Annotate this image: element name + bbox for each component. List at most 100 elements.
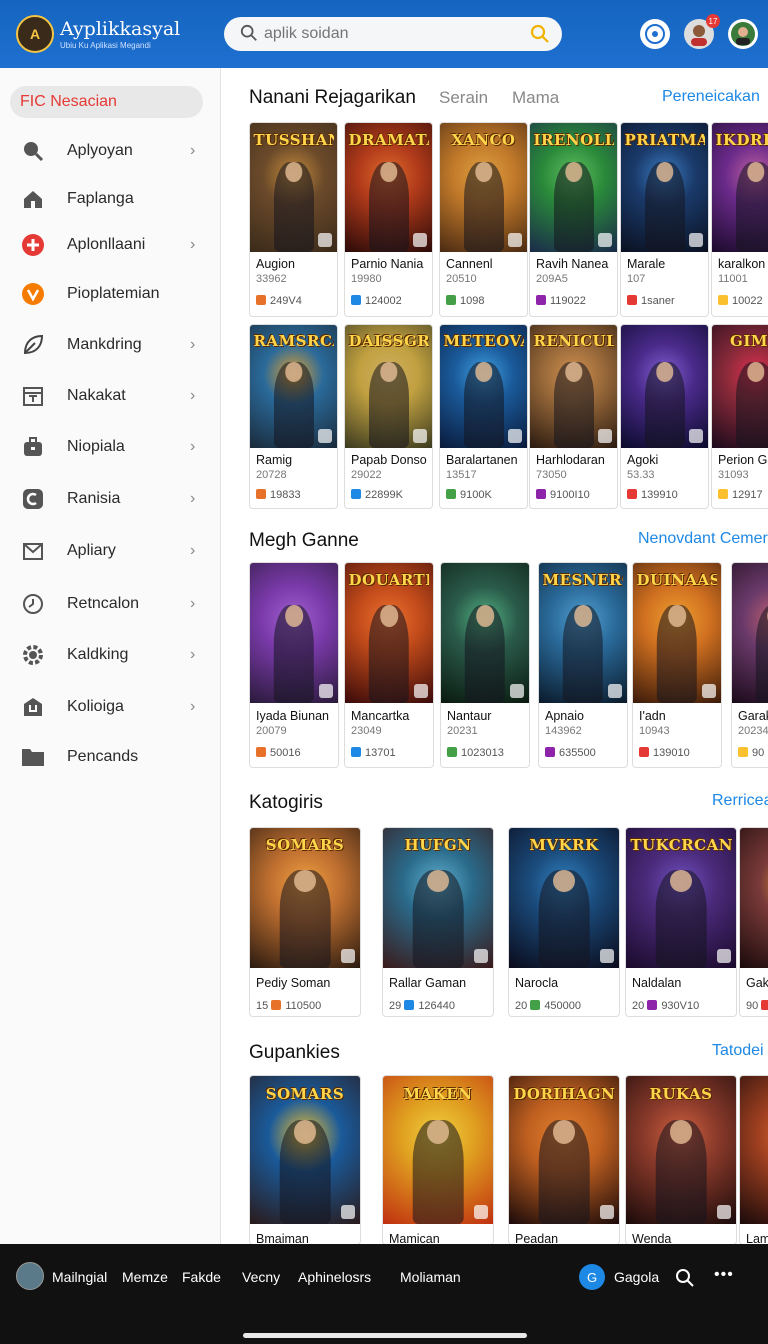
c-badge-icon — [21, 487, 45, 511]
game-card[interactable]: XANCO Cannenl 20510 1098 — [439, 122, 528, 317]
see-all-link-mega[interactable]: Nenovdant Cemer — [638, 530, 768, 548]
game-stats: 15 110500 — [256, 1000, 322, 1012]
game-card[interactable]: Garak 20234 90 — [731, 562, 768, 768]
see-all-link-recommended[interactable]: Pereneicakan — [662, 88, 760, 106]
game-name: Narocla — [515, 976, 559, 990]
game-card[interactable]: TUKCRCANI Naldalan 20 930V10 — [625, 827, 737, 1017]
sidebar-item-11[interactable]: Kaldking › — [0, 635, 221, 675]
sidebar-item-1[interactable]: Aplyoyan › — [0, 131, 221, 171]
user-avatar[interactable] — [16, 1262, 44, 1290]
game-stats: 1saner — [627, 295, 675, 307]
rating-corner-icon — [474, 1205, 488, 1219]
sidebar-item-9[interactable]: Apliary › — [0, 531, 221, 571]
rating-corner-icon — [414, 684, 428, 698]
sidebar-item-13[interactable]: Pencands — [0, 737, 221, 777]
game-stats: 13701 — [351, 747, 396, 759]
sidebar-active-item[interactable]: FIC Nesacian — [10, 86, 203, 118]
sidebar-item-label: Mankdring — [67, 336, 142, 353]
bottom-item-5[interactable]: Aphinelosrs — [298, 1269, 371, 1285]
game-card[interactable]: METEOVANI Baralartanen 13517 9100K — [439, 324, 528, 509]
game-card[interactable]: DAISSGRU Papab Donso 29022 22899K — [344, 324, 433, 509]
profile-avatar-icon[interactable] — [728, 19, 758, 49]
bottom-item-3[interactable]: Fakde — [182, 1269, 221, 1285]
sidebar-item-3[interactable]: Aplonllaani › — [0, 225, 221, 265]
cover-title: S — [744, 836, 768, 854]
game-name: Pediy Soman — [256, 976, 331, 990]
notification-avatar-icon[interactable]: 17 — [684, 14, 720, 49]
app-logo[interactable]: A — [16, 15, 54, 53]
game-card[interactable]: DORIHAGN Peadan — [508, 1075, 620, 1244]
sidebar-item-label: Ranisia — [67, 490, 121, 507]
game-card[interactable]: Nantaur 20231 1023013 — [440, 562, 530, 768]
game-card[interactable]: RENICULS Harhlodaran 73050 9100I10 — [529, 324, 618, 509]
game-card[interactable]: RUKAS Wenda — [625, 1075, 737, 1244]
game-card[interactable]: DRAMATAS Parnio Nania 19980 124002 — [344, 122, 433, 317]
sidebar-item-2[interactable]: Faplanga — [0, 179, 221, 219]
sidebar-item-5[interactable]: Mankdring › — [0, 325, 221, 365]
bottom-item-right[interactable]: Gagola — [614, 1269, 659, 1285]
game-card[interactable]: Iyada Biunan 20079 50016 — [249, 562, 339, 768]
cover-title: DAISSGRU — [348, 332, 428, 351]
game-card[interactable]: PRIATMAN Marale 107 1saner — [620, 122, 709, 317]
sidebar-item-4[interactable]: Pioplatemian — [0, 274, 221, 314]
game-card[interactable]: TUSSHANT Augion 33962 249V4 — [249, 122, 338, 317]
game-year: 20234 — [738, 725, 768, 737]
sidebar-item-7[interactable]: Niopiala › — [0, 427, 221, 467]
game-stats: 90 — [746, 1000, 768, 1012]
game-card[interactable]: RAMSRCAS Ramig 20728 19833 — [249, 324, 338, 509]
cover-title: DOUARTRS — [348, 571, 430, 590]
game-name: Papab Donso — [351, 453, 427, 467]
chevron-right-icon: › — [190, 542, 196, 559]
game-name: Apnaio — [545, 709, 584, 723]
game-card[interactable]: MESNERGS Apnaio 143962 635500 — [538, 562, 628, 768]
sidebar-item-12[interactable]: Kolioiga › — [0, 687, 221, 727]
more-menu-icon[interactable]: ••• — [714, 1266, 734, 1284]
game-name: Mancartka — [351, 709, 410, 723]
game-card[interactable]: Lam — [739, 1075, 768, 1244]
u-box-icon — [21, 695, 45, 719]
game-card[interactable]: Agoki 53.33 139910 — [620, 324, 709, 509]
game-card[interactable]: DOUARTRS Mancartka 23049 13701 — [344, 562, 434, 768]
bottom-item-4[interactable]: Vecny — [242, 1269, 280, 1285]
search-bar[interactable] — [224, 17, 562, 51]
game-year: 19980 — [351, 273, 382, 285]
search-submit-icon[interactable] — [530, 24, 550, 44]
game-stats: 22899K — [351, 489, 403, 501]
bottom-item-2[interactable]: Memze — [122, 1269, 168, 1285]
game-name: Perion Ga — [718, 453, 768, 467]
game-year: 11001 — [718, 273, 748, 285]
game-card[interactable]: S Gak 90 — [739, 827, 768, 1017]
sidebar-item-label: Apliary — [67, 542, 116, 559]
game-card[interactable]: GIMR Perion Ga 31093 12917 — [711, 324, 768, 509]
search-icon[interactable] — [675, 1268, 695, 1288]
game-year: 33962 — [256, 273, 287, 285]
game-card[interactable]: SOMARS Bmaiman — [249, 1075, 361, 1244]
help-icon[interactable] — [640, 19, 670, 49]
game-card[interactable]: SOMARS Pediy Soman 15 110500 — [249, 827, 361, 1017]
see-all-link-categories[interactable]: Rerricea — [712, 792, 768, 810]
game-card[interactable]: IKDREKA karalkon 11001 10022 — [711, 122, 768, 317]
sidebar-item-10[interactable]: Retncalon › — [0, 584, 221, 624]
game-card[interactable]: HUFGN Rallar Gaman 29 126440 — [382, 827, 494, 1017]
bottom-item-6[interactable]: Moliaman — [400, 1269, 461, 1285]
game-card[interactable]: MAKEN Mamican — [382, 1075, 494, 1244]
tab-mama[interactable]: Mama — [512, 88, 559, 108]
tab-serain[interactable]: Serain — [439, 88, 488, 108]
game-name: Harhlodaran — [536, 453, 605, 467]
cover-title: RENICULS — [533, 332, 613, 351]
game-card[interactable]: DUINAAS I'adn 10943 139010 — [632, 562, 722, 768]
see-all-link-gupankies[interactable]: Tatodei — [712, 1042, 764, 1060]
section-title-recommended: Nanani Rejagarikan — [249, 87, 416, 108]
bottom-item-1[interactable]: Mailngial — [52, 1269, 107, 1285]
sidebar-item-8[interactable]: Ranisia › — [0, 479, 221, 519]
g-badge-icon[interactable]: G — [579, 1264, 605, 1290]
sidebar-item-label: Pioplatemian — [67, 285, 160, 302]
sidebar-item-6[interactable]: Nakakat › — [0, 376, 221, 416]
search-input[interactable] — [264, 24, 514, 44]
game-card[interactable]: IRENOLIANE Ravih Nanea 209A5 119022 — [529, 122, 618, 317]
mail-icon — [21, 539, 45, 563]
sidebar-item-label: Niopiala — [67, 438, 125, 455]
game-card[interactable]: MVKRK Narocla 20 450000 — [508, 827, 620, 1017]
game-cover-art — [250, 563, 338, 703]
game-year: 31093 — [718, 469, 749, 481]
